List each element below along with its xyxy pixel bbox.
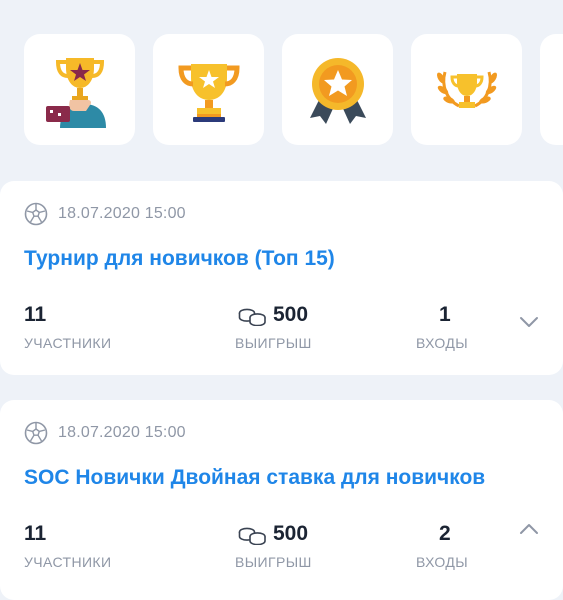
tournament-card[interactable]: 18.07.2020 15:00 Турнир для новичков (То… xyxy=(0,181,563,375)
prize-block: 500 xyxy=(238,303,308,327)
participants-value: 11 xyxy=(24,303,46,327)
medal-ribbon-icon xyxy=(298,50,378,130)
trophy-star-icon xyxy=(169,50,249,130)
partial-badge-icon xyxy=(556,50,563,130)
soccer-ball-icon xyxy=(24,421,48,445)
achievement-tile[interactable] xyxy=(24,34,135,145)
prize-value: 500 xyxy=(273,303,308,327)
participants-label: УЧАСТНИКИ xyxy=(24,335,111,351)
laurel-trophy-icon xyxy=(427,50,507,130)
tournament-date: 18.07.2020 15:00 xyxy=(58,205,186,223)
entries-value: 1 xyxy=(439,303,451,327)
coins-icon xyxy=(238,304,267,326)
chevron-down-icon[interactable] xyxy=(519,315,539,329)
achievement-tile[interactable] xyxy=(540,34,563,145)
achievement-tile[interactable] xyxy=(153,34,264,145)
achievements-strip[interactable] xyxy=(0,0,563,170)
date-row: 18.07.2020 15:00 xyxy=(24,202,186,226)
tournament-date: 18.07.2020 15:00 xyxy=(58,424,186,442)
participants-label: УЧАСТНИКИ xyxy=(24,554,111,570)
coins-icon xyxy=(238,523,267,545)
entries-value: 2 xyxy=(439,522,451,546)
trophy-hand-icon xyxy=(40,50,120,130)
soccer-ball-icon xyxy=(24,202,48,226)
prize-label: ВЫИГРЫШ xyxy=(235,335,312,351)
prize-block: 500 xyxy=(238,522,308,546)
chevron-up-icon[interactable] xyxy=(519,522,539,536)
tournament-title[interactable]: Турнир для новичков (Топ 15) xyxy=(24,247,335,271)
entries-label: ВХОДЫ xyxy=(416,554,468,570)
entries-label: ВХОДЫ xyxy=(416,335,468,351)
achievement-tile[interactable] xyxy=(282,34,393,145)
tournament-title[interactable]: SOC Новички Двойная ставка для новичков xyxy=(24,466,485,490)
participants-value: 11 xyxy=(24,522,46,546)
prize-label: ВЫИГРЫШ xyxy=(235,554,312,570)
prize-value: 500 xyxy=(273,522,308,546)
date-row: 18.07.2020 15:00 xyxy=(24,421,186,445)
achievement-tile[interactable] xyxy=(411,34,522,145)
tournament-card[interactable]: 18.07.2020 15:00 SOC Новички Двойная ста… xyxy=(0,400,563,600)
